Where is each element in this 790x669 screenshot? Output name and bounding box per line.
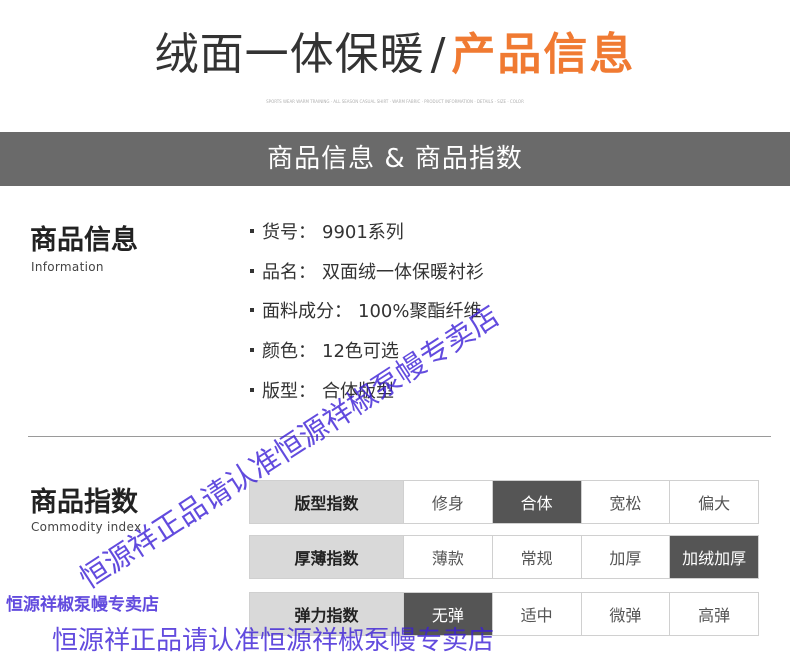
index-row-thickness: 厚薄指数 薄款 常规 加厚 加绒加厚 <box>249 535 759 579</box>
index-row-label: 厚薄指数 <box>250 536 403 578</box>
info-section-subtitle: Information <box>31 260 104 274</box>
info-item-name: 品名： 双面绒一体保暖衬衫 <box>250 258 484 284</box>
index-option: 高弹 <box>669 593 758 635</box>
title-slash: / <box>430 29 446 80</box>
info-label: 货号： <box>262 222 316 243</box>
bullet-icon <box>250 308 254 312</box>
section-banner: 商品信息 & 商品指数 <box>0 132 790 186</box>
page-title: 绒面一体保暖 / 产品信息 <box>0 18 790 82</box>
info-label: 面料成分： <box>262 301 352 322</box>
info-item-sku: 货号： 9901系列 <box>250 218 404 244</box>
section-divider <box>28 436 771 437</box>
index-option: 加绒加厚 <box>669 536 758 578</box>
info-value: 9901系列 <box>322 222 404 243</box>
index-option: 加厚 <box>580 536 670 578</box>
info-section-title: 商品信息 <box>30 225 138 256</box>
title-main: 绒面一体保暖 <box>154 29 425 80</box>
info-value: 双面绒一体保暖衬衫 <box>322 262 484 283</box>
bullet-icon <box>250 229 254 233</box>
index-option: 常规 <box>491 536 581 578</box>
index-option: 适中 <box>491 593 581 635</box>
index-option: 合体 <box>491 481 581 523</box>
title-accent: 产品信息 <box>451 29 636 80</box>
index-option: 偏大 <box>669 481 758 523</box>
index-option: 薄款 <box>403 536 492 578</box>
info-item-color: 颜色： 12色可选 <box>250 337 399 363</box>
index-section-title: 商品指数 <box>30 487 138 518</box>
title-subtext: SPORTS WEAR WARM TRAINING · ALL SEASON C… <box>266 99 524 104</box>
info-label: 品名： <box>262 262 316 283</box>
bullet-icon <box>250 269 254 273</box>
watermark-bottom: 恒源祥正品请认准恒源祥椒泵幔专卖店 <box>52 626 495 656</box>
bullet-icon <box>250 388 254 392</box>
info-label: 颜色： <box>262 341 316 362</box>
index-option: 修身 <box>403 481 492 523</box>
watermark-left: 恒源祥椒泵幔专卖店 <box>6 595 159 615</box>
index-row-fit: 版型指数 修身 合体 宽松 偏大 <box>249 480 759 524</box>
index-option: 微弹 <box>580 593 670 635</box>
index-row-label: 版型指数 <box>250 481 403 523</box>
index-option: 宽松 <box>580 481 670 523</box>
bullet-icon <box>250 348 254 352</box>
info-label: 版型： <box>262 381 316 402</box>
